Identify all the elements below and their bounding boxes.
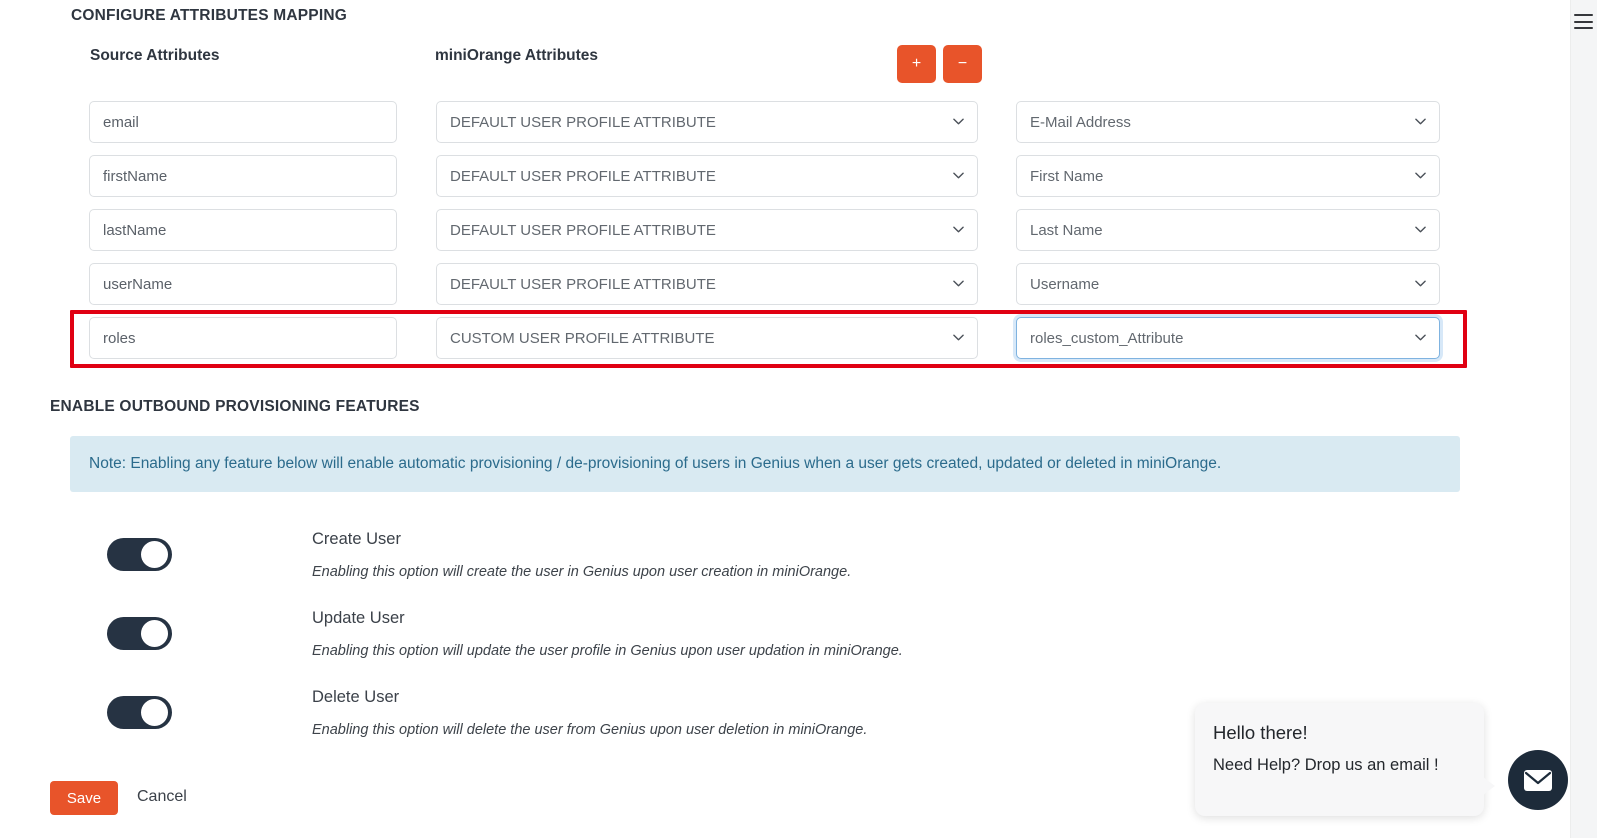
mapped-attribute-select[interactable]: First Name <box>1016 155 1440 197</box>
mapped-attribute-select[interactable]: Last Name <box>1016 209 1440 251</box>
mapping-row: DEFAULT USER PROFILE ATTRIBUTE Last Name <box>0 209 1460 251</box>
attribute-type-cell: DEFAULT USER PROFILE ATTRIBUTE <box>436 155 978 197</box>
attribute-type-cell: CUSTOM USER PROFILE ATTRIBUTE <box>436 317 978 359</box>
mapped-attribute-value: Username <box>1030 275 1100 293</box>
envelope-icon <box>1523 769 1553 792</box>
feature-description: Enabling this option will delete the use… <box>312 722 868 738</box>
attribute-type-select[interactable]: CUSTOM USER PROFILE ATTRIBUTE <box>436 317 978 359</box>
source-attribute-input[interactable] <box>89 263 397 305</box>
mapped-attribute-cell: roles_custom_Attribute <box>1016 317 1440 359</box>
remove-row-button[interactable]: − <box>943 45 982 83</box>
cancel-button[interactable]: Cancel <box>137 788 187 806</box>
mapping-row: DEFAULT USER PROFILE ATTRIBUTE First Nam… <box>0 155 1460 197</box>
attribute-type-select[interactable]: DEFAULT USER PROFILE ATTRIBUTE <box>436 263 978 305</box>
page-title: CONFIGURE ATTRIBUTES MAPPING <box>71 7 347 24</box>
toggle-update-user[interactable] <box>107 617 172 650</box>
app-page: CONFIGURE ATTRIBUTES MAPPING Source Attr… <box>0 0 1597 838</box>
attribute-type-value: CUSTOM USER PROFILE ATTRIBUTE <box>450 329 715 347</box>
source-attribute-input[interactable] <box>89 155 397 197</box>
column-header-source-attributes: Source Attributes <box>90 47 220 64</box>
chevron-down-icon <box>1415 170 1426 181</box>
source-attribute-cell <box>89 155 397 197</box>
attribute-type-cell: DEFAULT USER PROFILE ATTRIBUTE <box>436 263 978 305</box>
column-header-miniorange-attributes: miniOrange Attributes <box>435 47 599 64</box>
feature-label: Create User <box>312 530 401 548</box>
source-attribute-input[interactable] <box>89 317 397 359</box>
note-banner: Note: Enabling any feature below will en… <box>70 436 1460 492</box>
chevron-down-icon <box>953 278 964 289</box>
source-attribute-cell <box>89 101 397 143</box>
mapped-attribute-select[interactable]: E-Mail Address <box>1016 101 1440 143</box>
chevron-down-icon <box>953 116 964 127</box>
attribute-type-value: DEFAULT USER PROFILE ATTRIBUTE <box>450 167 716 185</box>
hamburger-bar <box>1574 14 1593 16</box>
toggle-knob <box>141 541 168 568</box>
chevron-down-icon <box>1415 116 1426 127</box>
section-title-enable-outbound-provisioning: ENABLE OUTBOUND PROVISIONING FEATURES <box>50 398 420 415</box>
chevron-down-icon <box>1415 278 1426 289</box>
chevron-down-icon <box>953 332 964 343</box>
hamburger-bar <box>1574 20 1593 23</box>
feature-description: Enabling this option will update the use… <box>312 643 903 659</box>
attribute-type-cell: DEFAULT USER PROFILE ATTRIBUTE <box>436 209 978 251</box>
attribute-type-select[interactable]: DEFAULT USER PROFILE ATTRIBUTE <box>436 155 978 197</box>
attribute-type-cell: DEFAULT USER PROFILE ATTRIBUTE <box>436 101 978 143</box>
toggle-create-user[interactable] <box>107 538 172 571</box>
note-text: Note: Enabling any feature below will en… <box>89 455 1222 472</box>
right-rail <box>1570 0 1597 838</box>
source-attribute-cell <box>89 317 397 359</box>
toggle-knob <box>141 699 168 726</box>
mapped-attribute-cell: Username <box>1016 263 1440 305</box>
row-controls: + − <box>897 45 982 83</box>
save-button[interactable]: Save <box>50 781 118 815</box>
attribute-type-value: DEFAULT USER PROFILE ATTRIBUTE <box>450 113 716 131</box>
chat-greeting-bubble[interactable]: Hello there! Need Help? Drop us an email… <box>1195 703 1495 816</box>
mapped-attribute-select[interactable]: Username <box>1016 263 1440 305</box>
source-attribute-input[interactable] <box>89 209 397 251</box>
chat-email-button[interactable] <box>1508 750 1568 810</box>
mapped-attribute-select-focused[interactable]: roles_custom_Attribute <box>1016 317 1440 359</box>
mapped-attribute-cell: Last Name <box>1016 209 1440 251</box>
hamburger-icon[interactable] <box>1574 14 1593 29</box>
chevron-down-icon <box>953 170 964 181</box>
feature-description: Enabling this option will create the use… <box>312 564 852 580</box>
chat-greeting-title: Hello there! <box>1213 722 1308 743</box>
mapped-attribute-cell: First Name <box>1016 155 1440 197</box>
mapping-row: DEFAULT USER PROFILE ATTRIBUTE Username <box>0 263 1460 305</box>
feature-label: Update User <box>312 609 405 627</box>
toggle-delete-user[interactable] <box>107 696 172 729</box>
chevron-down-icon <box>1415 224 1426 235</box>
mapped-attribute-value: Last Name <box>1030 221 1103 239</box>
hamburger-bar <box>1574 27 1593 29</box>
chat-greeting-subtitle: Need Help? Drop us an email ! <box>1213 756 1439 774</box>
attribute-type-select[interactable]: DEFAULT USER PROFILE ATTRIBUTE <box>436 101 978 143</box>
mapped-attribute-value: E-Mail Address <box>1030 113 1131 131</box>
mapping-row-roles: CUSTOM USER PROFILE ATTRIBUTE roles_cust… <box>0 317 1460 359</box>
attribute-type-select[interactable]: DEFAULT USER PROFILE ATTRIBUTE <box>436 209 978 251</box>
add-row-button[interactable]: + <box>897 45 936 83</box>
mapped-attribute-cell: E-Mail Address <box>1016 101 1440 143</box>
source-attribute-cell <box>89 209 397 251</box>
source-attribute-input[interactable] <box>89 101 397 143</box>
mapped-attribute-value: roles_custom_Attribute <box>1030 329 1184 347</box>
mapped-attribute-value: First Name <box>1030 167 1104 185</box>
feature-label: Delete User <box>312 688 400 706</box>
chevron-down-icon <box>1415 332 1426 343</box>
source-attribute-cell <box>89 263 397 305</box>
mapping-row: DEFAULT USER PROFILE ATTRIBUTE E-Mail Ad… <box>0 101 1460 143</box>
attribute-type-value: DEFAULT USER PROFILE ATTRIBUTE <box>450 275 716 293</box>
attribute-type-value: DEFAULT USER PROFILE ATTRIBUTE <box>450 221 716 239</box>
toggle-knob <box>141 620 168 647</box>
chevron-down-icon <box>953 224 964 235</box>
